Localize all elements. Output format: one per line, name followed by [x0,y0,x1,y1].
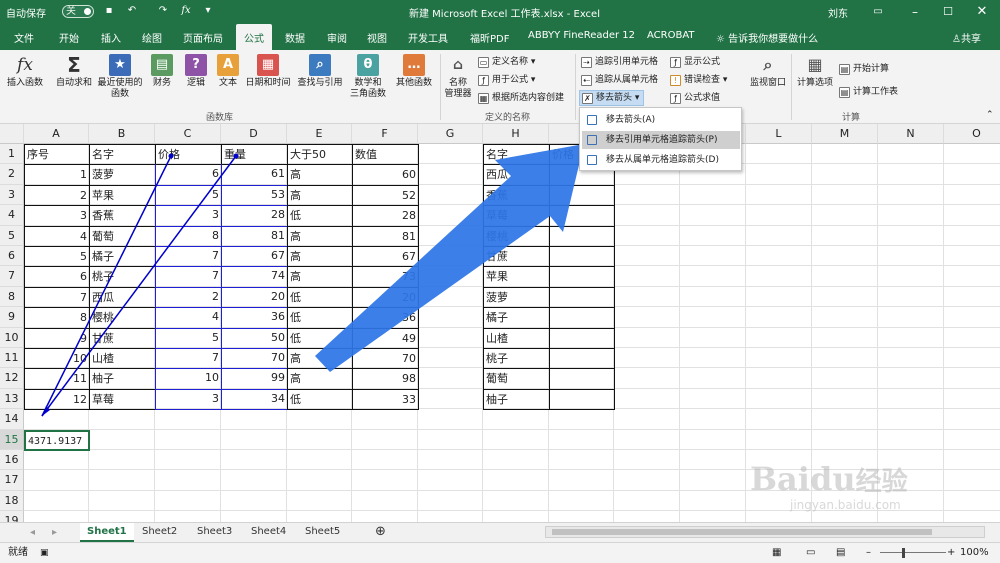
menu-item-remove-dependent-arrows[interactable]: 移去从属单元格追踪箭头(D) [582,151,740,169]
add-sheet-icon[interactable]: ⊕ [368,523,393,542]
status-bar: 就绪 ▣ ▦ ▭ ▤ – + 100% [0,542,1000,563]
menu-label: 移去从属单元格追踪箭头(D) [606,155,719,165]
annotation-big-arrow [315,144,584,372]
remove-arrows-menu-icon [587,115,597,125]
remove-precedent-arrows-icon [587,135,597,145]
precedent-arrow-weight [41,155,237,417]
zoom-in-icon[interactable]: + [947,543,955,563]
excel-window: 自动保存 关 ▪ ↶ ↷ fx ▾ 新建 Microsoft Excel 工作表… [0,0,1000,563]
menu-label: 移去引用单元格追踪箭头(P) [606,135,718,145]
sheet-tab-sheet3[interactable]: Sheet3 [190,523,239,542]
sheet-tab-sheet1[interactable]: Sheet1 [80,523,134,542]
page-layout-view-icon[interactable]: ▭ [806,543,815,563]
arrow-start-dot [168,153,174,159]
scroll-right-icon[interactable]: ▸ [52,527,57,538]
menu-item-remove-precedent-arrows[interactable]: 移去引用单元格追踪箭头(P) [582,131,740,149]
page-break-view-icon[interactable]: ▤ [836,543,845,563]
precedent-arrow-price [41,155,172,417]
scroll-left-icon[interactable]: ◂ [30,527,35,538]
normal-view-icon[interactable]: ▦ [772,543,781,563]
zoom-slider-thumb[interactable] [902,548,905,558]
tracer-arrows [41,153,239,417]
watermark-brand: Baidu [750,460,856,498]
baidu-watermark: Baidu经验 jingyan.baidu.com [750,460,980,540]
remove-dependent-arrows-icon [587,155,597,165]
sheet-tab-sheet2[interactable]: Sheet2 [135,523,184,542]
remove-arrows-menu: 移去箭头(A) 移去引用单元格追踪箭头(P) 移去从属单元格追踪箭头(D) [579,107,742,171]
sheet-tab-sheet5[interactable]: Sheet5 [298,523,347,542]
macro-record-icon[interactable]: ▣ [40,543,49,563]
menu-item-remove-arrows[interactable]: 移去箭头(A) [582,111,740,129]
watermark-url: jingyan.baidu.com [790,498,901,512]
watermark-cn: 经验 [855,467,908,497]
arrow-start-dot [233,153,239,159]
zoom-level[interactable]: 100% [960,543,989,563]
zoom-out-icon[interactable]: – [866,543,871,563]
menu-label: 移去箭头(A) [606,115,656,125]
status-text: 就绪 [8,547,28,558]
sheet-tab-sheet4[interactable]: Sheet4 [244,523,293,542]
zoom-slider[interactable] [880,552,946,553]
